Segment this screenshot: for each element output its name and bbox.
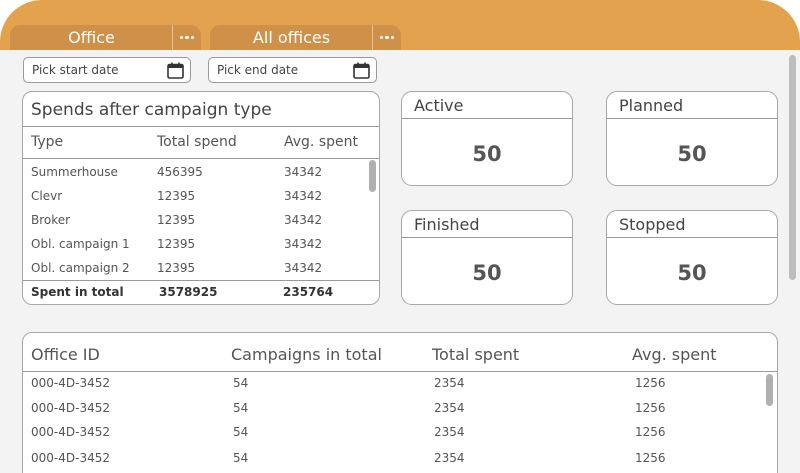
cell-type: Summerhouse <box>31 165 118 179</box>
cell-total-spend: 12395 <box>157 237 196 251</box>
divider <box>402 118 572 119</box>
cell-office-id: 000-4D-3452 <box>31 451 110 465</box>
tab-office[interactable]: Office <box>10 25 201 50</box>
cell-avg-spent: 1256 <box>635 425 666 439</box>
tab-office-more-icon[interactable] <box>172 25 201 50</box>
cell-total-spent: 2354 <box>434 376 465 390</box>
column-header-office-id: Office ID <box>31 345 100 364</box>
stat-label: Finished <box>414 215 480 234</box>
end-date-picker[interactable]: Pick end date <box>208 57 377 83</box>
cell-type: Obl. campaign 1 <box>31 237 130 251</box>
stat-value: 50 <box>677 261 707 285</box>
app-frame: Office All offices Pick start date Pick … <box>0 0 800 473</box>
scrollbar[interactable] <box>766 374 773 406</box>
calendar-icon[interactable] <box>167 62 184 79</box>
divider <box>23 126 379 127</box>
cell-total-spend: 12395 <box>157 189 196 203</box>
tab-all-offices-label: All offices <box>252 28 331 47</box>
divider <box>402 237 572 238</box>
footer-avg-spent: 235764 <box>283 285 334 299</box>
cell-avg-spent: 34342 <box>284 213 323 227</box>
stat-value: 50 <box>677 142 707 166</box>
end-date-placeholder: Pick end date <box>217 63 299 77</box>
cell-campaigns: 54 <box>233 401 249 415</box>
stat-card-active: Active 50 <box>401 91 573 186</box>
footer-total-label: Spent in total <box>31 285 124 299</box>
cell-campaigns: 54 <box>233 451 249 465</box>
stat-card-stopped: Stopped 50 <box>606 210 778 305</box>
cell-campaigns: 54 <box>233 425 249 439</box>
cell-total-spend: 12395 <box>157 261 196 275</box>
cell-avg-spent: 34342 <box>284 237 323 251</box>
column-header-total-spend: Total spend <box>157 134 237 150</box>
cell-type: Clevr <box>31 189 63 203</box>
divider <box>23 371 777 372</box>
divider <box>23 280 379 281</box>
cell-office-id: 000-4D-3452 <box>31 376 110 390</box>
stat-label: Stopped <box>619 215 686 234</box>
scrollbar[interactable] <box>369 160 376 192</box>
stat-card-finished: Finished 50 <box>401 210 573 305</box>
cell-type: Obl. campaign 2 <box>31 261 130 275</box>
cell-avg-spent: 34342 <box>284 189 323 203</box>
offices-panel: Office ID Campaigns in total Total spent… <box>22 332 778 473</box>
divider <box>23 158 379 159</box>
cell-avg-spent: 1256 <box>635 451 666 465</box>
stat-label: Active <box>414 96 464 115</box>
stat-value: 50 <box>472 142 502 166</box>
spends-panel: Spends after campaign type Type Total sp… <box>22 91 380 305</box>
cell-total-spent: 2354 <box>434 401 465 415</box>
divider <box>607 118 777 119</box>
spends-title: Spends after campaign type <box>31 100 272 120</box>
cell-office-id: 000-4D-3452 <box>31 425 110 439</box>
tab-all-offices[interactable]: All offices <box>210 25 401 50</box>
stat-label: Planned <box>619 96 684 115</box>
calendar-icon[interactable] <box>353 62 370 79</box>
cell-total-spent: 2354 <box>434 451 465 465</box>
cell-office-id: 000-4D-3452 <box>31 401 110 415</box>
cell-avg-spent: 34342 <box>284 261 323 275</box>
divider <box>607 237 777 238</box>
tab-all-offices-more-icon[interactable] <box>372 25 401 50</box>
column-header-campaigns-in-total: Campaigns in total <box>231 345 382 364</box>
cell-total-spend: 456395 <box>157 165 203 179</box>
column-header-type: Type <box>31 134 64 150</box>
cell-avg-spent: 34342 <box>284 165 323 179</box>
start-date-picker[interactable]: Pick start date <box>23 57 191 83</box>
cell-avg-spent: 1256 <box>635 401 666 415</box>
stat-card-planned: Planned 50 <box>606 91 778 186</box>
column-header-avg-spent: Avg. spent <box>284 134 358 150</box>
start-date-placeholder: Pick start date <box>32 63 119 77</box>
tab-office-label: Office <box>68 28 115 47</box>
column-header-avg-spent: Avg. spent <box>632 345 717 364</box>
cell-type: Broker <box>31 213 71 227</box>
column-header-total-spent: Total spent <box>432 345 520 364</box>
cell-campaigns: 54 <box>233 376 249 390</box>
stat-value: 50 <box>472 261 502 285</box>
footer-total-spend: 3578925 <box>159 285 218 299</box>
cell-total-spend: 12395 <box>157 213 196 227</box>
cell-total-spent: 2354 <box>434 425 465 439</box>
cell-avg-spent: 1256 <box>635 376 666 390</box>
page-scrollbar[interactable] <box>789 55 796 280</box>
